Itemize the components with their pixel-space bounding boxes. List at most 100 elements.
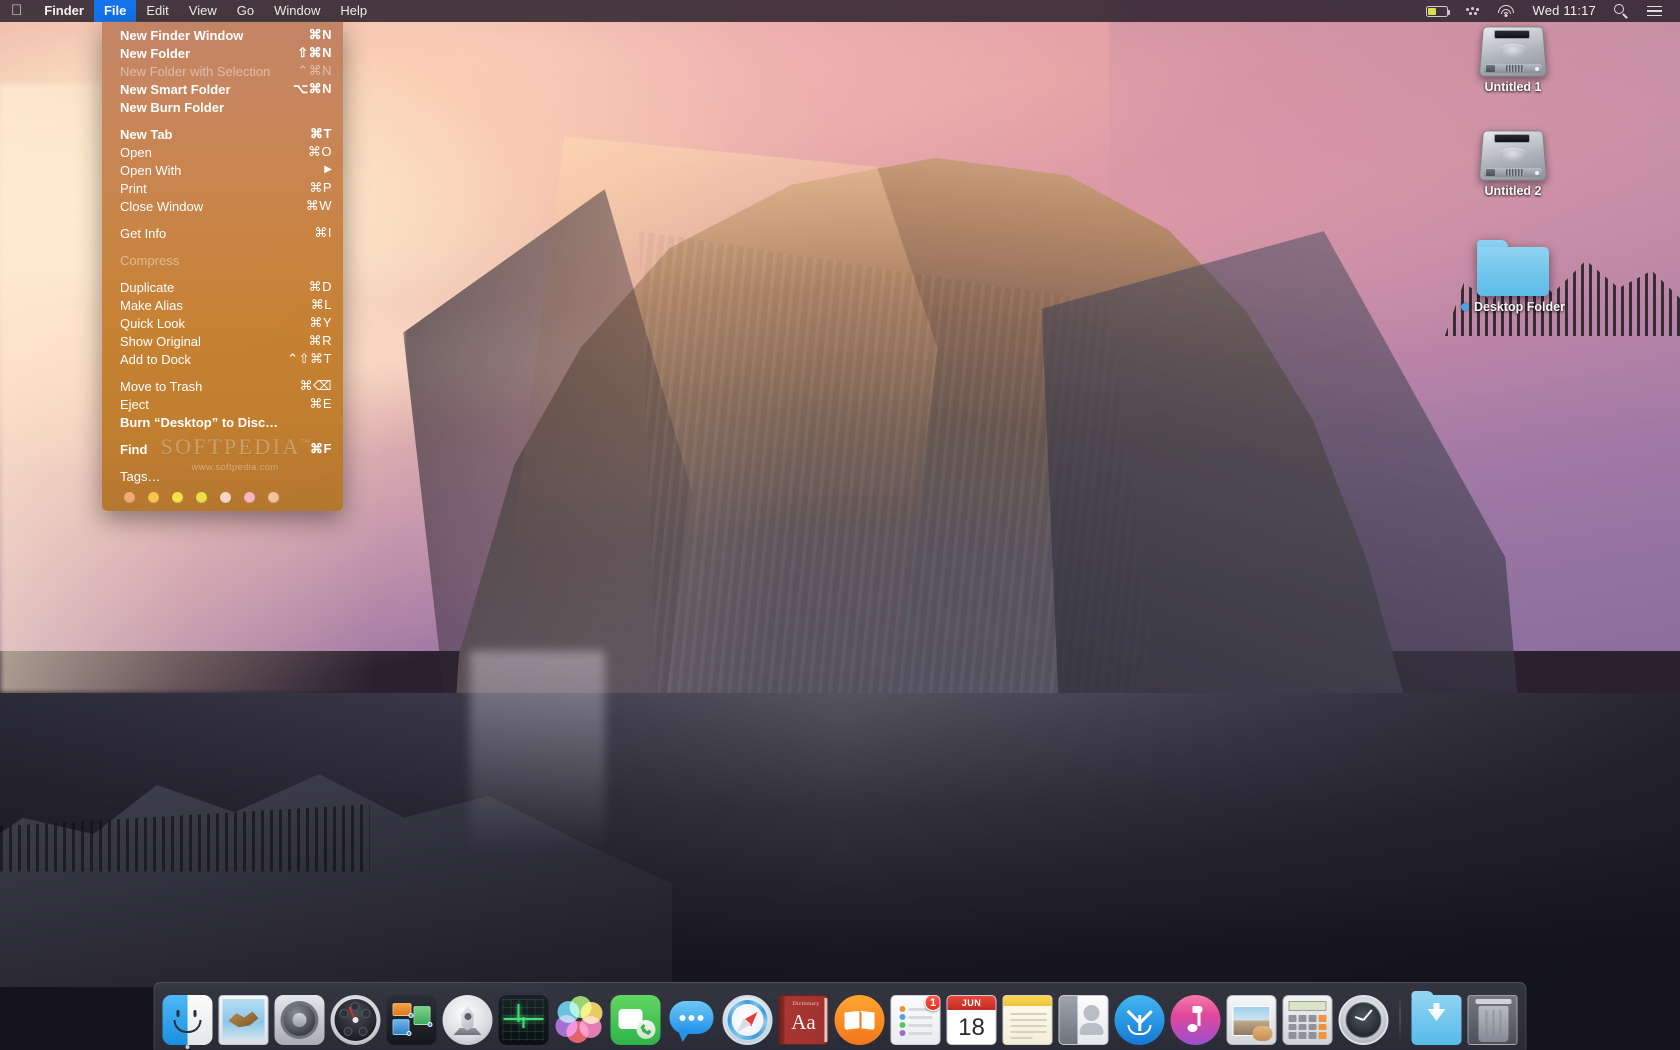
- dock-item-dictionary[interactable]: Dictionary Aa: [778, 989, 829, 1045]
- tag-color-dot-1[interactable]: [124, 492, 135, 503]
- menu-item-new-smart-folder[interactable]: New Smart Folder ⌥⌘N: [102, 80, 343, 98]
- desktop-icon-label: Untitled 2: [1484, 184, 1542, 198]
- apple-menu-icon[interactable]: : [0, 0, 34, 22]
- menu-item-new-finder-window[interactable]: New Finder Window ⌘N: [102, 26, 343, 44]
- dock-item-safari[interactable]: [722, 989, 773, 1045]
- dock-item-photos[interactable]: [555, 989, 605, 1045]
- dock-item-time-machine[interactable]: [1338, 989, 1389, 1045]
- menu-item-eject[interactable]: Eject ⌘E: [102, 395, 343, 413]
- notification-badge: 1: [924, 996, 940, 1011]
- dock-item-mission-control[interactable]: [386, 989, 437, 1045]
- menu-item-open-with[interactable]: Open With ▶: [102, 161, 343, 179]
- menu-item-burn-to-disc[interactable]: Burn “Desktop” to Disc…: [102, 413, 343, 431]
- battery-icon[interactable]: [1417, 0, 1457, 22]
- safari-icon: [722, 995, 773, 1045]
- desktop-icon-untitled-1[interactable]: Untitled 1: [1458, 24, 1568, 94]
- desktop-icon-desktop-folder[interactable]: Desktop Folder: [1455, 240, 1571, 314]
- dock-item-calendar[interactable]: JUN 18: [946, 989, 997, 1045]
- menu-item-label: New Tab: [120, 126, 173, 142]
- tag-color-dot-7[interactable]: [268, 492, 279, 503]
- menu-bar-clock[interactable]: Wed 11:17: [1524, 0, 1605, 22]
- menu-item-new-burn-folder[interactable]: New Burn Folder: [102, 98, 343, 116]
- menu-item-shortcut: ⌘D: [308, 279, 332, 294]
- menu-item-show-original[interactable]: Show Original ⌘R: [102, 332, 343, 350]
- dock-item-iphoto[interactable]: [1226, 989, 1277, 1045]
- launchpad-icon: [442, 995, 493, 1045]
- menu-item-find[interactable]: Find ⌘F: [102, 440, 343, 458]
- menu-item-new-folder[interactable]: New Folder ⇧⌘N: [102, 44, 343, 62]
- file-dropdown-menu: SOFTPEDIA™ www.softpedia.com New Finder …: [102, 22, 343, 511]
- menu-edit[interactable]: Edit: [136, 0, 178, 22]
- tag-color-dot-5[interactable]: [220, 492, 231, 503]
- menu-item-add-to-dock[interactable]: Add to Dock ⌃⇧⌘T: [102, 350, 343, 368]
- menu-item-duplicate[interactable]: Duplicate ⌘D: [102, 278, 343, 296]
- tag-color-swatches: [102, 485, 343, 503]
- desktop-icon-label: Desktop Folder: [1455, 300, 1571, 314]
- dock-item-notes[interactable]: [1002, 989, 1053, 1045]
- menu-item-shortcut: ⌘⌫: [299, 378, 332, 393]
- system-preferences-icon: [274, 995, 325, 1045]
- itunes-icon: [1170, 995, 1221, 1045]
- dock-item-mail[interactable]: [218, 989, 269, 1045]
- iphoto-icon: [1226, 995, 1277, 1045]
- menu-item-make-alias[interactable]: Make Alias ⌘L: [102, 296, 343, 314]
- tag-color-dot-4[interactable]: [196, 492, 207, 503]
- dock-item-reminders[interactable]: 1: [890, 989, 941, 1045]
- bluetooth-dots-icon[interactable]: [1457, 0, 1489, 22]
- dock-item-trash[interactable]: [1467, 989, 1518, 1045]
- menu-item-label: New Smart Folder: [120, 81, 231, 97]
- dock-item-contacts[interactable]: [1058, 989, 1109, 1045]
- menu-item-close-window[interactable]: Close Window ⌘W: [102, 197, 343, 215]
- menu-item-label: New Burn Folder: [120, 99, 225, 115]
- app-store-icon: [1114, 995, 1165, 1045]
- menu-item-label: Get Info: [120, 225, 167, 241]
- folder-icon: [1477, 240, 1549, 296]
- menu-item-quick-look[interactable]: Quick Look ⌘Y: [102, 314, 343, 332]
- menu-window[interactable]: Window: [264, 0, 330, 22]
- menu-item-new-tab[interactable]: New Tab ⌘T: [102, 125, 343, 143]
- menu-finder[interactable]: Finder: [34, 0, 94, 22]
- dock-item-facetime[interactable]: [610, 989, 661, 1045]
- menu-file[interactable]: File: [93, 0, 137, 22]
- wifi-icon[interactable]: [1489, 0, 1524, 22]
- dock-item-launchpad[interactable]: [442, 989, 493, 1045]
- menu-item-print[interactable]: Print ⌘P: [102, 179, 343, 197]
- menu-item-shortcut: ⇧⌘N: [297, 45, 332, 60]
- dock-item-calculator[interactable]: [1282, 989, 1333, 1045]
- menu-go[interactable]: Go: [227, 0, 264, 22]
- dock-item-app-store[interactable]: [1114, 989, 1165, 1045]
- menu-item-label: Eject: [120, 396, 149, 412]
- dashboard-icon: [330, 995, 381, 1045]
- dock-item-downloads[interactable]: [1411, 989, 1462, 1045]
- menu-item-get-info[interactable]: Get Info ⌘I: [102, 224, 343, 242]
- menu-item-move-to-trash[interactable]: Move to Trash ⌘⌫: [102, 377, 343, 395]
- dock-item-messages[interactable]: [667, 989, 717, 1045]
- menu-item-new-folder-with-selection: New Folder with Selection ⌃⌘N: [102, 62, 343, 80]
- menu-item-label: Find: [120, 441, 148, 457]
- time-machine-icon: [1338, 995, 1389, 1045]
- desktop-icon-untitled-2[interactable]: Untitled 2: [1458, 128, 1568, 198]
- spotlight-search-icon[interactable]: [1605, 0, 1638, 22]
- dictionary-cover-title: Dictionary: [792, 1001, 820, 1007]
- menu-item-open[interactable]: Open ⌘O: [102, 143, 343, 161]
- dock-item-ibooks[interactable]: [834, 989, 885, 1045]
- tag-color-dot-6[interactable]: [244, 492, 255, 503]
- reminders-icon: 1: [890, 995, 941, 1045]
- menu-help[interactable]: Help: [330, 0, 377, 22]
- tag-color-dot-2[interactable]: [148, 492, 159, 503]
- tag-color-dot-3[interactable]: [172, 492, 183, 503]
- menu-bar-status-items: Wed 11:17: [1417, 0, 1680, 22]
- dock-item-finder[interactable]: [162, 989, 213, 1049]
- menu-item-shortcut: ⌘T: [310, 126, 332, 141]
- downloads-folder-icon: [1411, 991, 1462, 1045]
- dock-item-itunes[interactable]: [1170, 989, 1221, 1045]
- dictionary-icon: Dictionary Aa: [778, 995, 829, 1045]
- notification-center-icon[interactable]: [1638, 0, 1671, 22]
- menu-item-tags[interactable]: Tags…: [102, 467, 343, 485]
- dock-item-system-preferences[interactable]: [274, 989, 325, 1045]
- menu-view[interactable]: View: [179, 0, 227, 22]
- menu-item-label: Make Alias: [120, 297, 183, 313]
- menu-item-compress: Compress: [102, 251, 343, 269]
- dock-item-activity-monitor[interactable]: [498, 989, 549, 1045]
- dock-item-dashboard[interactable]: [330, 989, 381, 1045]
